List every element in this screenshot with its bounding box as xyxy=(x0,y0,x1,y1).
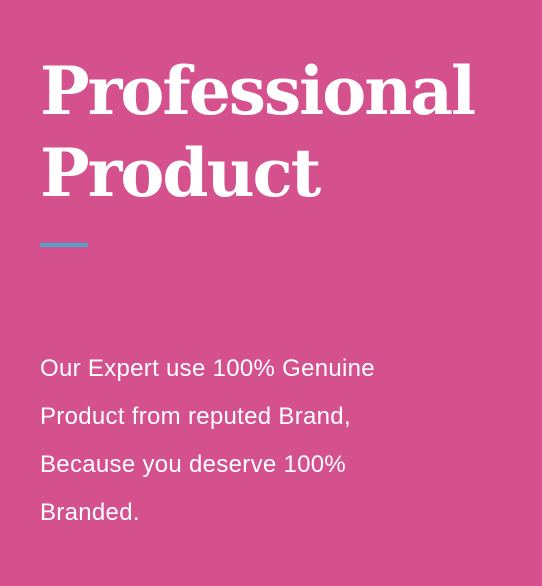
feature-description: Our Expert use 100% Genuine Product from… xyxy=(40,345,510,537)
accent-divider xyxy=(40,243,88,247)
feature-title-line-2: Product xyxy=(40,134,321,212)
feature-description-line-3: Because you deserve 100% xyxy=(40,451,347,478)
feature-description-line-1: Our Expert use 100% Genuine xyxy=(40,355,375,382)
feature-description-line-2: Product from reputed Brand, xyxy=(40,403,351,430)
feature-description-line-4: Branded. xyxy=(40,499,140,526)
feature-card: Professional Product Our Expert use 100%… xyxy=(0,0,542,586)
feature-title-line-1: Professional xyxy=(40,52,476,130)
feature-title: Professional Product xyxy=(40,50,476,214)
